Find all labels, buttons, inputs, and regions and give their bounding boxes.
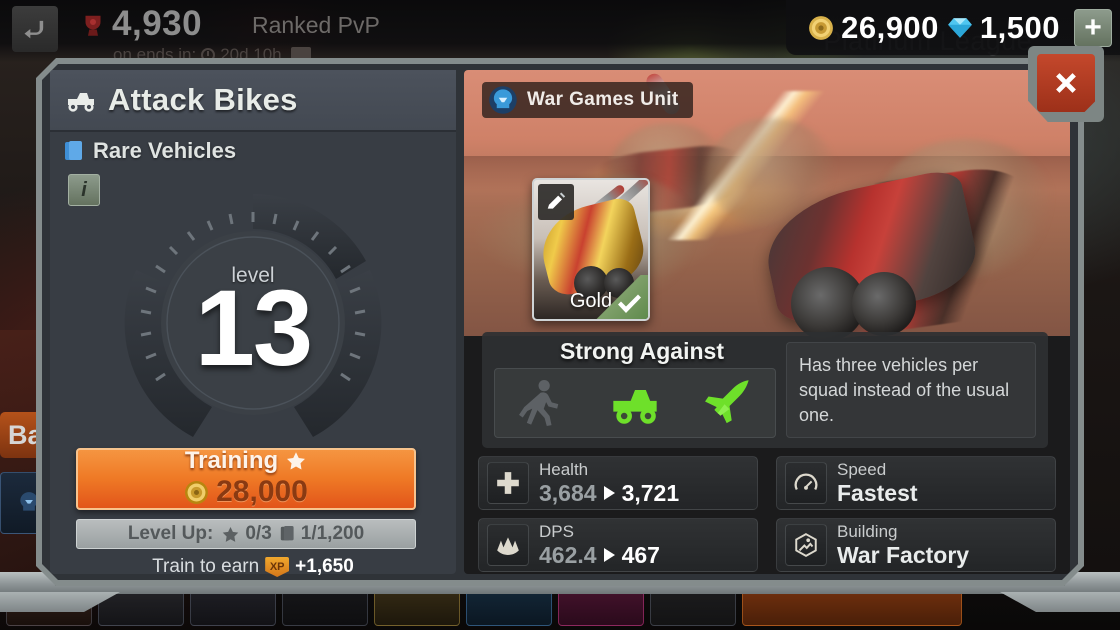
stat-value: War Factory xyxy=(837,541,970,568)
upgrade-arrow-icon xyxy=(604,486,615,500)
war-factory-icon xyxy=(785,524,827,566)
stat-tile-speed: Speed Fastest xyxy=(776,456,1056,510)
xp-badge-icon: XP xyxy=(265,557,289,577)
star-icon xyxy=(285,450,307,472)
health-cross-icon xyxy=(487,462,529,504)
level-up-requirements: Level Up: 0/3 1/1,200 xyxy=(76,519,416,549)
training-button[interactable]: Training 28,000 xyxy=(76,448,416,510)
dps-claw-icon xyxy=(487,524,529,566)
gold-coin-icon xyxy=(184,480,209,505)
stat-tile-building: Building War Factory xyxy=(776,518,1056,572)
rarity-row: Rare Vehicles xyxy=(64,138,236,164)
strong-against-icons xyxy=(494,368,776,438)
gem-currency[interactable]: 1,500 xyxy=(947,10,1060,46)
skin-selected-badge xyxy=(596,275,648,319)
gold-coin-icon xyxy=(809,15,834,40)
strong-against-title: Strong Against xyxy=(560,338,724,364)
unit-left-panel: Attack Bikes Rare Vehicles i level 13 Tr… xyxy=(50,70,456,574)
stat-label: Building xyxy=(837,522,898,541)
game-screen: Ba 4,930 Ranked PvP on ends in: 20d 10h … xyxy=(0,0,1120,630)
upgrade-arrow-icon xyxy=(604,548,615,562)
strong-against-panel: Strong Against Has three vehicles per sq… xyxy=(482,332,1048,448)
gem-amount: 1,500 xyxy=(979,9,1060,45)
info-button[interactable]: i xyxy=(68,174,100,206)
war-games-badge: War Games Unit xyxy=(482,82,693,118)
stat-next: 467 xyxy=(621,541,660,568)
aircraft-icon xyxy=(702,377,754,429)
stat-text: Health 3,684 3,721 xyxy=(539,460,679,506)
train-earn-prefix: Train to earn xyxy=(152,556,260,577)
stat-label: DPS xyxy=(539,522,574,541)
stat-label: Speed xyxy=(837,460,887,479)
gold-currency[interactable]: 26,900 xyxy=(808,10,939,46)
star-icon xyxy=(221,525,240,544)
rarity-card-icon xyxy=(64,140,84,162)
top-hud: 4,930 Ranked PvP on ends in: 20d 10h Pla… xyxy=(0,0,1120,64)
vehicle-icon xyxy=(609,377,661,429)
unit-description: Has three vehicles per squad instead of … xyxy=(786,342,1036,438)
war-games-label: War Games Unit xyxy=(527,89,679,110)
level-up-stars-value: 0/3 xyxy=(245,523,272,544)
stat-value: 3,684 3,721 xyxy=(539,480,679,506)
gold-amount: 26,900 xyxy=(841,9,939,45)
pvp-mode-label: Ranked PvP xyxy=(252,12,380,38)
trophy-icon xyxy=(78,12,108,42)
stat-tile-dps: DPS 462.4 467 xyxy=(478,518,758,572)
unit-stats-grid: Health 3,684 3,721 Speed Fastest DPS 462… xyxy=(478,456,1056,572)
stat-text: Building War Factory xyxy=(837,522,969,568)
vehicle-icon xyxy=(64,85,98,115)
unit-right-panel: War Games Unit Gold Strong Against Has t… xyxy=(464,70,1070,574)
close-button-frame xyxy=(1028,46,1104,122)
training-cost: 28,000 xyxy=(184,475,308,509)
hero-bike-wheel xyxy=(852,272,916,336)
page-title: Attack Bikes xyxy=(108,82,298,117)
stat-current: 462.4 xyxy=(539,541,597,568)
checkmark-icon xyxy=(615,292,643,316)
level-up-cards-value: 1/1,200 xyxy=(300,523,365,544)
stat-value: 462.4 467 xyxy=(539,542,660,568)
back-button[interactable] xyxy=(12,6,58,52)
add-currency-button[interactable]: + xyxy=(1074,8,1112,47)
stat-current: 3,684 xyxy=(539,479,597,506)
dialog-inner: Attack Bikes Rare Vehicles i level 13 Tr… xyxy=(42,64,1078,580)
train-earn-amount: +1,650 xyxy=(295,556,354,577)
level-up-label: Level Up: xyxy=(127,523,214,544)
stat-label: Health xyxy=(539,460,589,479)
level-up-stars: 0/3 xyxy=(221,523,271,545)
diamond-icon xyxy=(948,17,972,38)
training-button-header: Training xyxy=(185,447,307,475)
back-arrow-icon xyxy=(24,20,44,39)
skin-edit-button[interactable] xyxy=(538,184,574,220)
speedometer-icon xyxy=(785,462,827,504)
stat-value: Fastest xyxy=(837,479,918,506)
card-icon xyxy=(280,525,296,543)
unit-skin-card[interactable]: Gold xyxy=(532,178,650,321)
level-up-cards: 1/1,200 xyxy=(280,523,364,545)
pvp-score: 4,930 xyxy=(112,4,203,43)
dialog-title-bar: Attack Bikes xyxy=(50,70,456,132)
level-gauge: level 13 xyxy=(108,178,398,468)
stat-text: Speed Fastest xyxy=(837,460,918,506)
pencil-icon xyxy=(545,191,567,213)
level-gauge-ring xyxy=(108,178,398,468)
stat-text: DPS 462.4 467 xyxy=(539,522,660,568)
close-x-icon xyxy=(1056,73,1076,93)
stat-tile-health: Health 3,684 3,721 xyxy=(478,456,758,510)
skull-helmet-icon xyxy=(488,85,518,115)
unit-detail-dialog: Attack Bikes Rare Vehicles i level 13 Tr… xyxy=(36,58,1084,586)
close-button[interactable] xyxy=(1037,54,1095,112)
rarity-label: Rare Vehicles xyxy=(93,138,237,163)
training-label: Training xyxy=(184,447,279,474)
infantry-icon xyxy=(516,377,568,429)
stat-next: 3,721 xyxy=(621,479,680,506)
training-cost-amount: 28,000 xyxy=(216,475,308,508)
train-to-earn-row: Train to earn XP +1,650 xyxy=(50,556,456,578)
